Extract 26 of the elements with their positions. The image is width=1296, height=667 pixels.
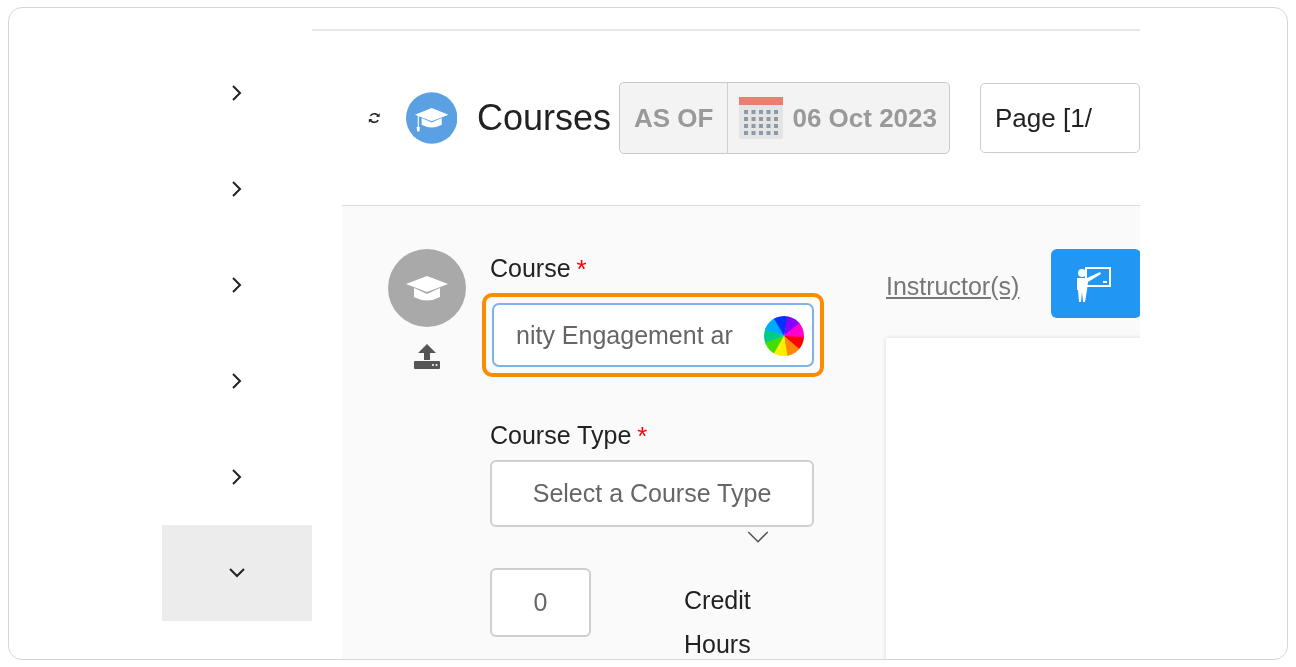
credit-hours-label: Credit Hours — [684, 585, 752, 659]
instructor-button[interactable] — [1051, 249, 1140, 318]
as-of-label: AS OF — [620, 83, 729, 153]
required-mark: * — [637, 421, 648, 453]
course-image-icon — [388, 249, 466, 327]
course-field[interactable]: nity Engagement ar — [482, 292, 824, 378]
chevron-right-icon — [232, 277, 242, 293]
sidebar-item[interactable] — [162, 525, 312, 621]
page-title: Courses — [476, 97, 611, 139]
course-type-select[interactable]: Select a Course Type — [490, 460, 814, 528]
upload-icon[interactable] — [413, 343, 441, 369]
chevron-right-icon — [232, 469, 242, 485]
chevron-down-icon[interactable] — [747, 531, 769, 543]
page-selector[interactable]: Page [1/ — [980, 83, 1140, 153]
chevron-down-icon — [229, 568, 245, 578]
field-label: Course — [490, 254, 571, 283]
date-text: 06 Oct 2023 — [792, 102, 937, 134]
chevron-right-icon — [232, 373, 242, 389]
chevron-right-icon — [232, 85, 242, 101]
color-wheel-icon[interactable] — [764, 315, 804, 356]
required-mark: * — [576, 254, 587, 285]
credit-hours-field[interactable]: 0 — [490, 568, 591, 637]
field-label: Course Type — [490, 421, 632, 451]
instructors-link[interactable]: Instructor(s) — [886, 272, 1020, 301]
calendar-icon — [738, 95, 785, 141]
chevron-right-icon — [232, 181, 242, 197]
